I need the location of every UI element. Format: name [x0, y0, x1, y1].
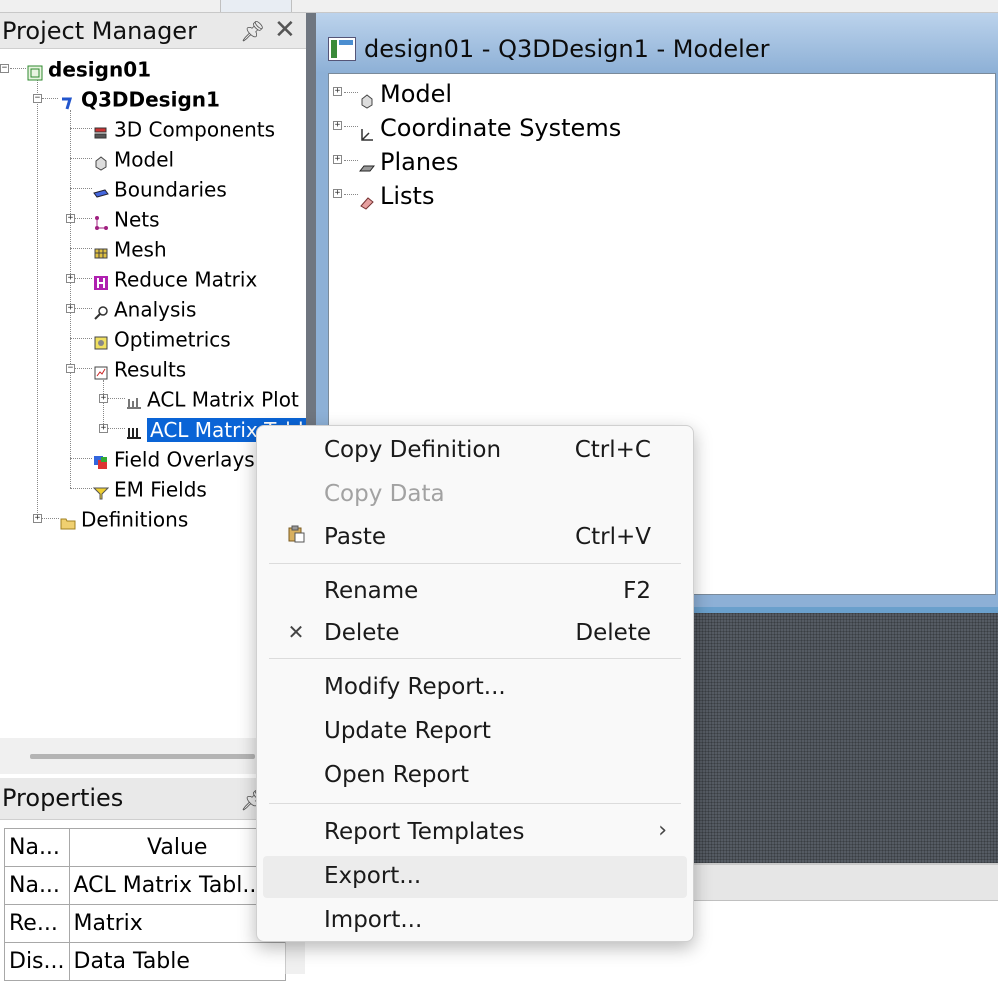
project-icon — [27, 60, 43, 80]
tree-item-mesh[interactable]: Mesh — [93, 234, 167, 262]
tree-item-optimetrics[interactable]: Optimetrics — [93, 324, 231, 352]
lists-icon — [359, 186, 375, 210]
modeler-titlebar[interactable]: design01 - Q3DDesign1 - Modeler — [316, 13, 998, 73]
property-value[interactable]: ACL Matrix Tabl... — [68, 866, 286, 905]
tree-item-nets[interactable]: Nets — [93, 204, 160, 232]
modeler-item-model[interactable]: Model — [359, 76, 452, 110]
column-header-value[interactable]: Value — [68, 828, 286, 867]
menu-item-delete[interactable]: ✕ Delete Delete — [263, 613, 687, 655]
context-menu: Copy Definition Ctrl+C Copy Data Paste C… — [256, 425, 694, 942]
expand-toggle[interactable]: + — [333, 87, 342, 96]
q3d-design-icon — [60, 90, 76, 109]
menu-separator — [269, 658, 681, 659]
field-overlays-icon — [93, 450, 109, 469]
components-icon — [93, 120, 109, 138]
menu-item-report-templates[interactable]: Report Templates › — [263, 812, 687, 854]
properties-table: Na... Value Na... ACL Matrix Tabl... Re.… — [4, 828, 286, 981]
modeler-item-planes[interactable]: Planes — [358, 144, 458, 178]
menu-item-modify-report[interactable]: Modify Report... — [263, 667, 687, 709]
expand-toggle[interactable]: + — [333, 155, 342, 164]
tree-item-em-fields[interactable]: EM Fields — [92, 474, 207, 502]
delete-icon: ✕ — [287, 620, 305, 644]
expand-toggle[interactable]: + — [333, 121, 342, 130]
folder-icon — [60, 510, 76, 529]
expand-toggle[interactable]: + — [66, 304, 75, 313]
expand-toggle[interactable]: + — [99, 424, 108, 433]
mesh-icon — [93, 240, 109, 258]
close-icon[interactable]: ✕ — [274, 15, 296, 45]
shortcut-label: Ctrl+C — [574, 437, 651, 463]
optimetrics-icon — [93, 330, 109, 349]
project-manager-header: Project Manager 📌︎ ✕ — [0, 13, 306, 49]
menu-item-import[interactable]: Import... — [263, 900, 687, 942]
expand-toggle[interactable]: + — [33, 514, 42, 523]
pin-icon[interactable]: 📌︎ — [240, 19, 265, 43]
menu-item-open-report[interactable]: Open Report — [263, 755, 687, 797]
table-row[interactable]: Na... ACL Matrix Tabl... — [4, 866, 286, 905]
shortcut-label: Delete — [575, 620, 651, 646]
nets-icon — [93, 210, 109, 230]
table-header-row: Na... Value — [4, 828, 286, 867]
tree-item-acl-matrix-plot-1[interactable]: ACL Matrix Plot 1 — [126, 384, 318, 412]
modeler-item-lists[interactable]: Lists — [359, 178, 434, 212]
property-name: Re... — [4, 904, 70, 943]
properties-title: Properties — [2, 784, 124, 812]
property-name: Dis... — [4, 942, 70, 981]
top-tab[interactable] — [220, 0, 292, 12]
analysis-icon — [93, 300, 109, 320]
table-row[interactable]: Re... Matrix — [4, 904, 286, 943]
collapse-toggle[interactable]: − — [33, 94, 42, 103]
tree-item-model[interactable]: Model — [93, 144, 174, 172]
menu-item-copy-data[interactable]: Copy Data — [263, 474, 687, 516]
expand-toggle[interactable]: + — [66, 274, 75, 283]
model-icon — [93, 150, 109, 171]
reduce-matrix-icon — [93, 270, 109, 290]
shortcut-label: F2 — [623, 578, 651, 604]
tree-item-q3ddesign1[interactable]: Q3DDesign1 — [60, 84, 220, 112]
em-fields-icon — [92, 480, 110, 499]
tree-item-boundaries[interactable]: Boundaries — [93, 174, 227, 202]
paste-icon — [285, 525, 307, 547]
menu-item-copy-definition[interactable]: Copy Definition Ctrl+C — [263, 430, 687, 472]
top-tab-strip — [0, 0, 998, 13]
collapse-toggle[interactable]: − — [0, 64, 9, 73]
project-manager-title: Project Manager — [2, 17, 197, 45]
column-header-name[interactable]: Na... — [4, 828, 70, 867]
shortcut-label: Ctrl+V — [575, 524, 651, 550]
expand-toggle[interactable]: + — [333, 189, 342, 198]
tree-item-3d-components[interactable]: 3D Components — [93, 114, 275, 142]
tree-item-design01[interactable]: design01 — [27, 54, 151, 82]
boundaries-icon — [93, 180, 109, 198]
tree-item-definitions[interactable]: Definitions — [60, 504, 188, 532]
menu-separator — [269, 563, 681, 564]
coordinate-systems-icon — [359, 118, 375, 141]
property-value[interactable]: Matrix — [68, 904, 286, 943]
tree-item-field-overlays[interactable]: Field Overlays — [93, 444, 255, 472]
modeler-window-icon — [328, 37, 356, 61]
menu-item-export[interactable]: Export... — [263, 856, 687, 898]
chevron-right-icon: › — [658, 818, 667, 843]
tree-item-reduce-matrix[interactable]: Reduce Matrix — [93, 264, 257, 292]
table-row[interactable]: Dis... Data Table — [4, 942, 286, 981]
model-icon — [359, 84, 375, 109]
property-name: Na... — [4, 866, 70, 905]
property-value[interactable]: Data Table — [68, 942, 286, 981]
expand-toggle[interactable]: + — [99, 394, 108, 403]
menu-separator — [269, 803, 681, 804]
tree-item-analysis[interactable]: Analysis — [93, 294, 196, 322]
modeler-item-coordinate-systems[interactable]: Coordinate Systems — [359, 110, 621, 144]
matrix-plot-icon — [126, 390, 142, 409]
menu-item-rename[interactable]: Rename F2 — [263, 571, 687, 613]
expand-toggle[interactable]: + — [66, 214, 75, 223]
modeler-title: design01 - Q3DDesign1 - Modeler — [364, 35, 770, 63]
tree-item-results[interactable]: Results — [93, 354, 186, 382]
menu-item-paste[interactable]: Paste Ctrl+V — [263, 517, 687, 559]
planes-icon — [358, 152, 376, 172]
collapse-toggle[interactable]: − — [66, 364, 75, 373]
results-icon — [93, 360, 109, 379]
matrix-table-icon — [126, 420, 142, 439]
menu-item-update-report[interactable]: Update Report — [263, 711, 687, 753]
